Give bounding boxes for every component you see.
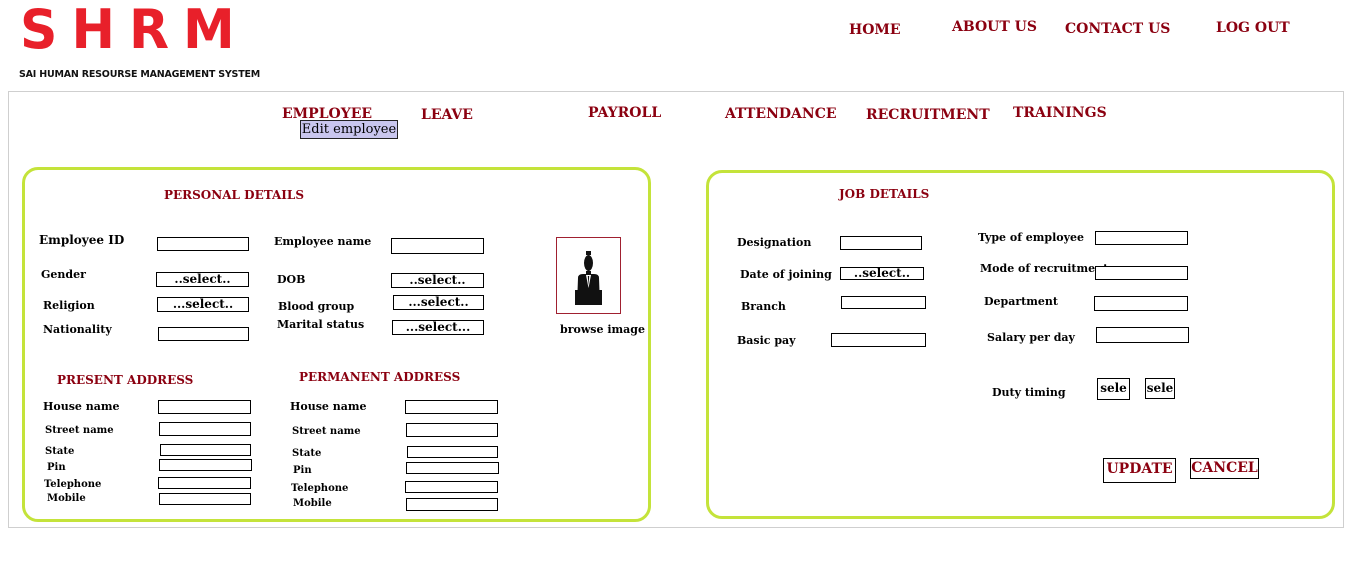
permanent-mobile-label: Mobile — [293, 498, 332, 509]
permanent-telephone-label: Telephone — [291, 483, 349, 494]
present-house-name-label: House name — [43, 400, 120, 413]
present-telephone-input[interactable] — [158, 477, 251, 489]
update-button[interactable]: UPDATE — [1103, 458, 1176, 483]
marital-status-select[interactable]: ...select... — [392, 320, 484, 335]
employee-photo — [556, 237, 621, 314]
department-label: Department — [984, 295, 1058, 308]
present-pin-input[interactable] — [159, 459, 252, 471]
date-of-joining-label: Date of joining — [740, 268, 832, 281]
employee-id-label: Employee ID — [39, 233, 125, 247]
employee-name-input[interactable] — [391, 238, 484, 254]
browse-image-link[interactable]: browse image — [560, 323, 645, 336]
branch-label: Branch — [741, 300, 786, 313]
blood-group-label: Blood group — [278, 300, 355, 313]
duty-timing-label: Duty timing — [992, 386, 1066, 399]
submenu-edit-employee[interactable]: Edit employee — [300, 120, 398, 139]
nationality-label: Nationality — [43, 323, 112, 336]
type-of-employee-label: Type of employee — [978, 231, 1085, 244]
designation-label: Designation — [737, 236, 812, 249]
religion-label: Religion — [43, 299, 95, 312]
religion-select[interactable]: ...select.. — [157, 297, 249, 312]
permanent-house-name-label: House name — [290, 400, 367, 413]
module-trainings[interactable]: TRAININGS — [1013, 105, 1107, 121]
type-of-employee-input[interactable] — [1095, 231, 1188, 245]
mode-of-recruitment-input[interactable] — [1095, 266, 1188, 280]
basic-pay-label: Basic pay — [737, 334, 796, 347]
tagline: SAI HUMAN RESOURSE MANAGEMENT SYSTEM — [19, 69, 261, 80]
dob-select[interactable]: ..select.. — [391, 273, 484, 288]
person-silhouette-icon — [575, 251, 602, 305]
module-recruitment[interactable]: RECRUITMENT — [866, 107, 990, 123]
module-attendance[interactable]: ATTENDANCE — [725, 106, 837, 122]
mode-of-recruitment-label: Mode of recruitment — [980, 262, 1109, 275]
personal-details-panel — [22, 167, 651, 522]
permanent-address-title: PERMANENT ADDRESS — [299, 370, 461, 384]
module-payroll[interactable]: PAYROLL — [588, 105, 661, 121]
present-address-title: PRESENT ADDRESS — [57, 373, 194, 387]
permanent-pin-input[interactable] — [406, 462, 499, 474]
present-mobile-label: Mobile — [47, 493, 86, 504]
permanent-street-name-label: Street name — [292, 426, 361, 437]
personal-details-title: PERSONAL DETAILS — [164, 188, 305, 202]
basic-pay-input[interactable] — [831, 333, 926, 347]
gender-label: Gender — [41, 268, 86, 281]
present-state-label: State — [45, 446, 75, 457]
nav-about-us[interactable]: ABOUT US — [952, 19, 1037, 35]
date-of-joining-select[interactable]: ..select.. — [840, 267, 924, 280]
job-details-title: JOB DETAILS — [839, 187, 930, 201]
employee-name-label: Employee name — [274, 235, 372, 248]
permanent-mobile-input[interactable] — [406, 498, 498, 511]
present-pin-label: Pin — [47, 462, 66, 473]
salary-per-day-label: Salary per day — [987, 331, 1075, 344]
permanent-street-name-input[interactable] — [406, 423, 498, 437]
module-leave[interactable]: LEAVE — [421, 107, 473, 123]
permanent-state-input[interactable] — [407, 446, 498, 458]
department-input[interactable] — [1094, 296, 1188, 311]
logo: SHRM — [20, 0, 249, 62]
present-state-input[interactable] — [160, 444, 251, 456]
nationality-input[interactable] — [158, 327, 249, 341]
nav-home[interactable]: HOME — [849, 22, 901, 38]
designation-input[interactable] — [840, 236, 922, 250]
present-house-name-input[interactable] — [158, 400, 251, 414]
permanent-state-label: State — [292, 448, 322, 459]
present-street-name-input[interactable] — [159, 422, 251, 436]
branch-input[interactable] — [841, 296, 926, 309]
duty-timing-from-select[interactable]: sele — [1097, 378, 1130, 400]
permanent-telephone-input[interactable] — [405, 481, 498, 493]
salary-per-day-input[interactable] — [1096, 327, 1189, 343]
present-telephone-label: Telephone — [44, 479, 102, 490]
cancel-button[interactable]: CANCEL — [1190, 458, 1259, 479]
nav-contact-us[interactable]: CONTACT US — [1065, 21, 1170, 37]
nav-log-out[interactable]: LOG OUT — [1216, 20, 1290, 36]
permanent-pin-label: Pin — [293, 465, 312, 476]
marital-status-label: Marital status — [277, 318, 365, 331]
dob-label: DOB — [277, 273, 306, 286]
employee-id-input[interactable] — [157, 237, 249, 251]
present-street-name-label: Street name — [45, 425, 114, 436]
gender-select[interactable]: ..select.. — [156, 272, 249, 287]
present-mobile-input[interactable] — [159, 493, 251, 505]
duty-timing-to-select[interactable]: sele — [1145, 378, 1175, 399]
permanent-house-name-input[interactable] — [405, 400, 498, 414]
blood-group-select[interactable]: ...select.. — [393, 295, 484, 310]
